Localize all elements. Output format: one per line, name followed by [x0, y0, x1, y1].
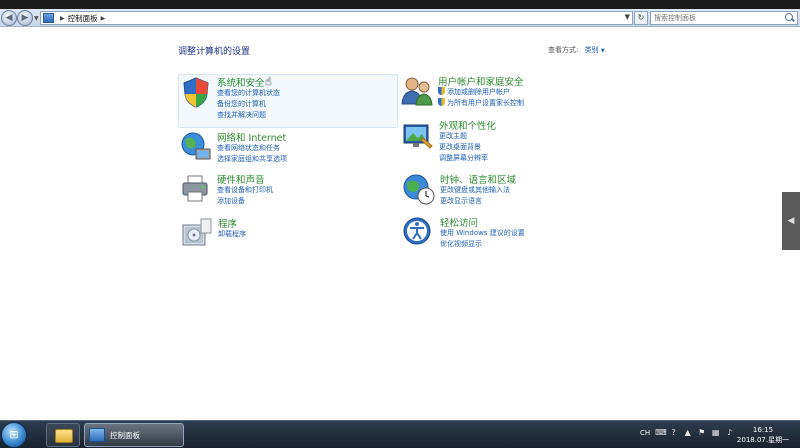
- category-appearance[interactable]: 外观和个性化 更改主题 更改桌面背景 调整屏幕分辨率: [401, 118, 621, 164]
- link-backup-computer[interactable]: 备份您的计算机: [217, 99, 280, 110]
- navigation-bar: ◀ ▶ ▼ ▶ 控制面板 ▶ ▼ ↻: [0, 9, 800, 27]
- show-hidden-icons-icon[interactable]: ▲: [683, 428, 692, 437]
- taskbar-explorer-button[interactable]: [46, 423, 80, 447]
- category-title[interactable]: 用户帐户和家庭安全: [438, 74, 524, 88]
- search-box[interactable]: [650, 11, 798, 25]
- search-input[interactable]: [651, 12, 779, 24]
- clock-date: 2018.07.星期一: [736, 436, 790, 444]
- window-titlebar: [0, 0, 800, 9]
- taskbar-window-label: 控制面板: [110, 430, 140, 440]
- category-system-security[interactable]: 系统和安全 查看您的计算机状态 备份您的计算机 查找并解决问题: [178, 74, 398, 128]
- folder-icon: [55, 429, 73, 443]
- category-title[interactable]: 程序: [218, 216, 237, 230]
- side-panel-toggle[interactable]: ◀: [782, 192, 800, 250]
- breadcrumb-chevron-icon[interactable]: ▶: [60, 15, 65, 22]
- ease-of-access-icon: [403, 217, 431, 245]
- uac-shield-icon: [438, 87, 445, 95]
- action-center-flag-icon[interactable]: ⚑: [697, 428, 706, 437]
- printer-icon: [182, 175, 208, 202]
- category-ease-of-access[interactable]: 轻松访问 使用 Windows 建议的设置 优化视频显示: [402, 215, 622, 251]
- control-panel-content: 调整计算机的设置 查看方式: 类别 ▼ 系统和安全 查看您的计算机状态 备份您的…: [0, 27, 800, 420]
- control-panel-icon: [43, 13, 54, 23]
- link-windows-recommended-settings[interactable]: 使用 Windows 建议的设置: [440, 228, 525, 239]
- category-title[interactable]: 硬件和声音: [217, 172, 265, 186]
- view-by: 查看方式: 类别 ▼: [548, 45, 605, 55]
- address-history-caret-icon[interactable]: ▼: [625, 13, 630, 21]
- clock[interactable]: 16:15 2018.07.星期一: [733, 425, 793, 445]
- category-title[interactable]: 网络和 Internet: [217, 130, 286, 144]
- hand-cursor-icon: ☝: [265, 75, 272, 88]
- breadcrumb-control-panel[interactable]: 控制面板: [68, 13, 98, 24]
- page-title: 调整计算机的设置: [178, 47, 251, 57]
- forward-arrow-icon: ▶: [21, 13, 29, 23]
- link-network-status[interactable]: 查看网络状态和任务: [217, 143, 287, 154]
- category-title[interactable]: 系统和安全: [217, 75, 265, 89]
- refresh-button[interactable]: ↻: [634, 11, 648, 25]
- category-programs[interactable]: 程序 卸载程序: [180, 216, 400, 246]
- link-change-theme[interactable]: 更改主题: [439, 131, 488, 142]
- start-button[interactable]: ⊞: [1, 422, 27, 448]
- breadcrumb-chevron-icon[interactable]: ▶: [101, 15, 106, 22]
- link-homegroup-sharing[interactable]: 选择家庭组和共享选项: [217, 154, 287, 165]
- appearance-icon: [403, 124, 433, 149]
- chevron-left-icon: ◀: [787, 216, 795, 226]
- chevron-down-icon[interactable]: ▼: [601, 48, 605, 54]
- link-change-display-language[interactable]: 更改显示语言: [440, 196, 510, 207]
- link-add-device[interactable]: 添加设备: [217, 196, 273, 207]
- clock-time: 16:15: [752, 426, 774, 434]
- category-title[interactable]: 外观和个性化: [439, 118, 496, 132]
- view-by-label: 查看方式:: [548, 46, 579, 54]
- control-panel-icon: [89, 428, 105, 442]
- category-hardware-sound[interactable]: 硬件和声音 查看设备和打印机 添加设备: [179, 172, 399, 208]
- input-language-indicator[interactable]: CH: [640, 429, 650, 437]
- address-bar[interactable]: ▶ 控制面板 ▶ ▼: [40, 11, 633, 25]
- refresh-icon: ↻: [637, 13, 645, 22]
- link-view-computer-status[interactable]: 查看您的计算机状态: [217, 88, 280, 99]
- category-clock-language-region[interactable]: 时钟、语言和区域 更改键盘或其他输入法 更改显示语言: [402, 172, 622, 208]
- ime-icon[interactable]: ⌨: [655, 428, 667, 437]
- view-by-dropdown[interactable]: 类别: [585, 46, 599, 54]
- help-icon[interactable]: ?: [669, 428, 678, 437]
- shield-icon: [183, 77, 209, 108]
- network-tray-icon[interactable]: ▦: [711, 428, 720, 437]
- globe-clock-icon: [403, 174, 435, 205]
- link-devices-printers[interactable]: 查看设备和打印机: [217, 185, 273, 196]
- network-icon: [181, 132, 211, 160]
- link-uninstall-program[interactable]: 卸载程序: [218, 229, 246, 240]
- windows-logo-icon: ⊞: [9, 428, 19, 441]
- category-title[interactable]: 时钟、语言和区域: [440, 172, 516, 186]
- category-title[interactable]: 轻松访问: [440, 215, 478, 229]
- back-button[interactable]: ◀: [1, 10, 17, 26]
- link-find-fix-problems[interactable]: 查找并解决问题: [217, 110, 280, 121]
- link-screen-resolution[interactable]: 调整屏幕分辨率: [439, 153, 488, 164]
- link-optimize-video-display[interactable]: 优化视频显示: [440, 239, 525, 250]
- recent-pages-caret-icon[interactable]: ▼: [34, 15, 39, 22]
- link-label: 添加或删除用户帐户: [447, 88, 510, 96]
- link-add-remove-accounts[interactable]: 添加或删除用户帐户: [438, 87, 524, 98]
- link-label: 为所有用户设置家长控制: [447, 99, 524, 107]
- link-change-input-method[interactable]: 更改键盘或其他输入法: [440, 185, 510, 196]
- users-icon: [401, 77, 433, 106]
- forward-button[interactable]: ▶: [17, 10, 33, 26]
- taskbar-control-panel-button[interactable]: 控制面板: [84, 423, 184, 447]
- system-tray: CH ⌨ ? ▲ ⚑ ▦ ♪: [640, 428, 734, 437]
- taskbar: ⊞ 控制面板 CH ⌨ ? ▲ ⚑ ▦ ♪ 16:15 2018.07.星期一: [0, 420, 800, 448]
- link-parental-controls[interactable]: 为所有用户设置家长控制: [438, 98, 524, 109]
- search-icon[interactable]: [785, 13, 795, 23]
- back-arrow-icon: ◀: [5, 13, 13, 23]
- link-desktop-background[interactable]: 更改桌面背景: [439, 142, 488, 153]
- category-network-internet[interactable]: 网络和 Internet 查看网络状态和任务 选择家庭组和共享选项: [179, 130, 399, 166]
- uac-shield-icon: [438, 98, 445, 106]
- category-user-accounts[interactable]: 用户帐户和家庭安全 添加或删除用户帐户 为所有用户设置家长控制: [400, 74, 620, 114]
- programs-icon: [182, 218, 212, 246]
